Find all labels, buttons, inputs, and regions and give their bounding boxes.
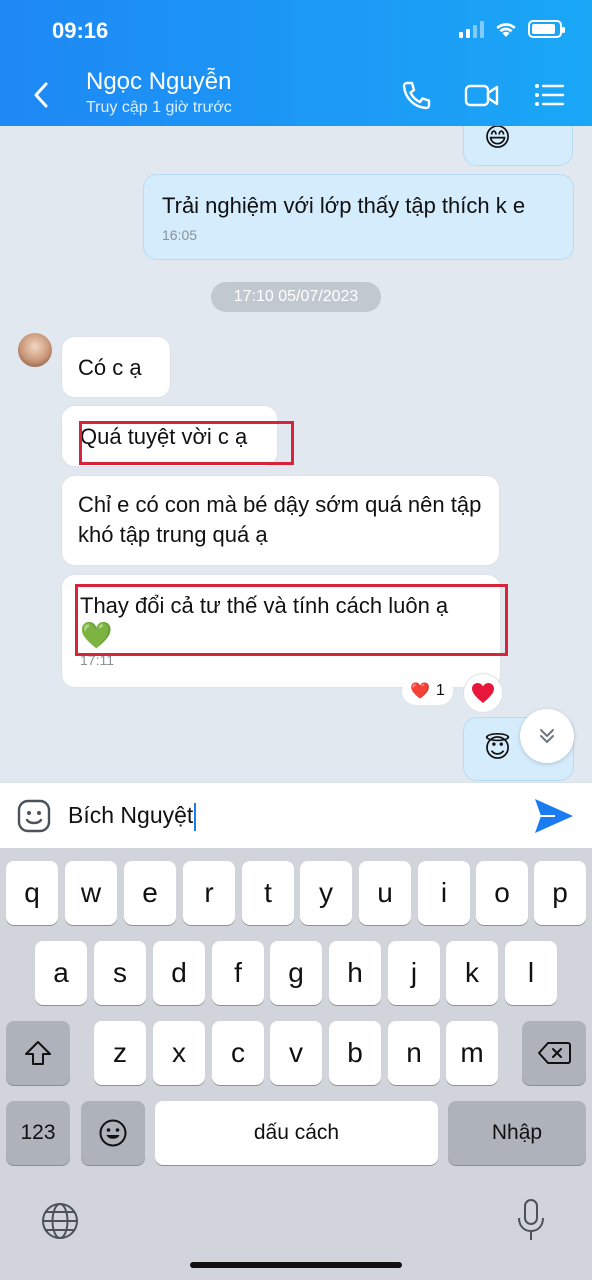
key-v[interactable]: v [270,1021,322,1085]
key-z[interactable]: z [94,1021,146,1085]
message-composer: Bích Nguyệt [0,782,592,848]
reaction-count: 1 [435,682,445,699]
message-bubble[interactable]: Có c ạ [61,336,171,398]
key-b[interactable]: b [329,1021,381,1085]
key-s[interactable]: s [94,941,146,1005]
emoji-key[interactable] [81,1101,145,1165]
signal-icon [459,20,484,38]
message-list[interactable]: 😄 Trải nghiệm với lớp thấy tập thích k e… [0,126,592,782]
message-text: Trải nghiệm với lớp thấy tập thích k e [162,193,526,218]
message-input-value: Bích Nguyệt [68,802,194,828]
send-icon[interactable] [533,797,575,835]
microphone-icon[interactable] [515,1198,547,1242]
chat-header: 09:16 Ngọc Nguyễn Truy cập 1 giờ trước [0,0,592,126]
key-h[interactable]: h [329,941,381,1005]
highlight-box [79,421,294,465]
space-key[interactable]: dấu cách [155,1101,438,1165]
key-e[interactable]: e [124,861,176,925]
key-p[interactable]: p [534,861,586,925]
key-w[interactable]: w [65,861,117,925]
text-caret [194,802,197,831]
key-l[interactable]: l [505,941,557,1005]
key-u[interactable]: u [359,861,411,925]
back-icon[interactable] [28,78,56,112]
keyboard: q w e r t y u i o p a s d f g h j k l z … [0,848,592,1280]
message-text: Chỉ e có con mà bé dậy sớm quá nên tập k… [78,492,482,547]
home-indicator [190,1262,402,1268]
wifi-icon [496,23,516,37]
key-f[interactable]: f [212,941,264,1005]
contact-status: Truy cập 1 giờ trước [86,99,232,116]
highlight-box [75,584,508,656]
message-bubble[interactable]: Trải nghiệm với lớp thấy tập thích k e 1… [143,174,574,260]
key-g[interactable]: g [270,941,322,1005]
double-chevron-down-icon [540,729,554,743]
reaction-summary[interactable]: ❤️ 1 [402,677,453,705]
message-input[interactable]: Bích Nguyệt [68,802,197,831]
contact-name[interactable]: Ngọc Nguyễn [86,68,231,96]
backspace-key[interactable] [522,1021,586,1085]
key-i[interactable]: i [418,861,470,925]
react-button[interactable] [463,673,503,713]
heart-icon [472,683,494,703]
halo-emoji: 😇 [484,734,512,764]
message-time: 16:05 [162,227,198,243]
key-o[interactable]: o [476,861,528,925]
numbers-key[interactable]: 123 [6,1101,70,1165]
key-d[interactable]: d [153,941,205,1005]
menu-icon[interactable] [532,78,568,112]
key-n[interactable]: n [388,1021,440,1085]
message-text: Có c ạ [78,355,142,380]
key-m[interactable]: m [446,1021,498,1085]
battery-icon [528,20,565,38]
return-key[interactable]: Nhập [448,1101,586,1165]
avatar[interactable] [18,333,52,367]
message-bubble[interactable]: Chỉ e có con mà bé dậy sớm quá nên tập k… [61,475,500,566]
globe-icon[interactable] [40,1201,80,1241]
scroll-down-button[interactable] [520,709,574,763]
status-icons [459,20,565,38]
key-q[interactable]: q [6,861,58,925]
video-call-icon[interactable] [464,78,500,112]
message-bubble[interactable]: 😄 [463,126,573,166]
key-c[interactable]: c [212,1021,264,1085]
shift-key[interactable] [6,1021,70,1085]
backspace-icon [538,1042,571,1064]
emoji-icon [99,1119,127,1147]
shift-icon [25,1041,51,1065]
key-a[interactable]: a [35,941,87,1005]
key-k[interactable]: k [446,941,498,1005]
key-j[interactable]: j [388,941,440,1005]
sticker-icon[interactable] [16,798,52,834]
date-separator: 17:10 05/07/2023 [211,282,381,312]
status-time: 09:16 [52,18,109,43]
key-t[interactable]: t [242,861,294,925]
key-r[interactable]: r [183,861,235,925]
phone-icon[interactable] [398,78,434,112]
smile-emoji: 😄 [484,126,512,153]
key-x[interactable]: x [153,1021,205,1085]
key-y[interactable]: y [300,861,352,925]
heart-icon: ❤️ [410,683,430,700]
